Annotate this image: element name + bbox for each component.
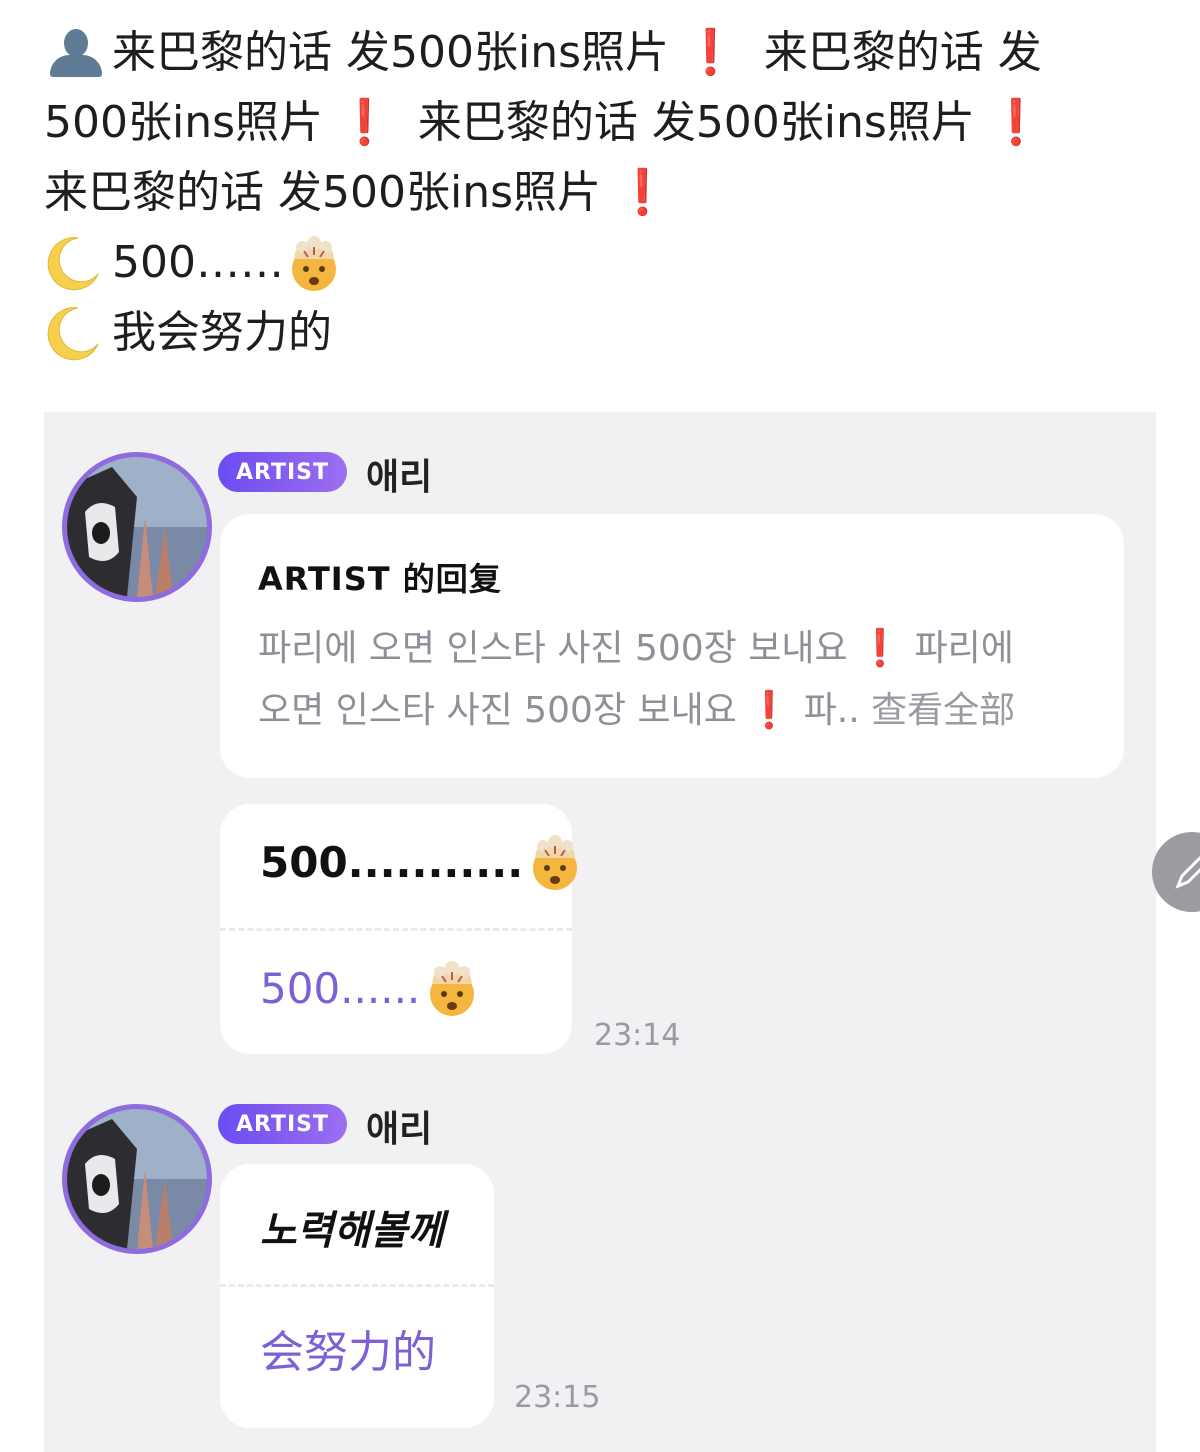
- exploding-head-emoji-icon: [422, 958, 482, 1018]
- chat-thread: ARTIST 애리 ARTIST 的回复 파리에 오면 인스타 사진 500장 …: [44, 412, 1156, 1452]
- exclamation-icon: ❗: [746, 690, 792, 731]
- crescent-moon-icon: [44, 304, 102, 362]
- avatar[interactable]: [62, 1104, 212, 1254]
- message-translation: 500......: [260, 948, 482, 1028]
- exploding-head-emoji-icon: [525, 832, 585, 892]
- caption-line-4: 500……: [44, 228, 1164, 298]
- timestamp: 23:14: [594, 1018, 681, 1053]
- caption-text: 来巴黎的话 发500张ins照片: [417, 97, 975, 148]
- exploding-head-emoji-icon: [284, 233, 344, 293]
- translation-divider: [220, 928, 572, 931]
- message-translation: 会努力的: [260, 1327, 436, 1378]
- caption-text: 来巴黎的话 发500张ins照片: [44, 167, 602, 218]
- person-icon: [44, 25, 108, 81]
- caption-text: 来巴黎的话 发: [763, 27, 1042, 78]
- view-all-link[interactable]: 查看全部: [871, 690, 1015, 731]
- artist-badge: ARTIST: [218, 452, 348, 492]
- caption-reply-1: 500……: [112, 237, 284, 288]
- message-text: 500...........: [260, 822, 585, 902]
- crescent-moon-icon: [44, 234, 102, 292]
- caption-text: 500张ins照片: [44, 97, 324, 148]
- message-bubble[interactable]: 500........... 500......: [220, 804, 572, 1054]
- exclamation-icon: ❗: [337, 97, 392, 148]
- translation-text: 500......: [260, 963, 421, 1013]
- reply-text: 파리에: [914, 628, 1014, 669]
- message-bubble[interactable]: 노력해볼께 会努力的: [220, 1164, 494, 1428]
- caption-line-1: 来巴黎的话 发500张ins照片 ❗ 来巴黎的话 发: [44, 18, 1164, 88]
- reply-quote-text: 파리에 오면 인스타 사진 500장 보내요 ❗ 파리에 오면 인스타 사진 500…: [258, 618, 1098, 742]
- reply-text: 파..: [803, 690, 860, 731]
- sender-name[interactable]: 애리: [366, 448, 432, 500]
- exclamation-icon: ❗: [615, 167, 670, 218]
- exclamation-icon: ❗: [857, 628, 903, 669]
- post-caption: 来巴黎的话 发500张ins照片 ❗ 来巴黎的话 发 500张ins照片 ❗ 来…: [44, 18, 1164, 368]
- reply-title: ARTIST 的回复: [258, 560, 502, 598]
- reply-quote-bubble[interactable]: ARTIST 的回复 파리에 오면 인스타 사진 500장 보내요 ❗ 파리에 오면…: [220, 514, 1124, 778]
- caption-line-3: 来巴黎的话 发500张ins照片 ❗: [44, 158, 1164, 228]
- reply-text: 오면 인스타 사진 500장 보내요: [258, 690, 737, 731]
- caption-line-5: 我会努力的: [44, 298, 1164, 368]
- message-text: 노력해볼께: [260, 1207, 444, 1254]
- caption-text: 来巴黎的话 发500张ins照片: [112, 27, 670, 78]
- reply-text: 파리에 오면 인스타 사진 500장 보내요: [258, 628, 848, 669]
- exclamation-icon: ❗: [683, 27, 738, 78]
- translation-divider: [220, 1284, 494, 1287]
- caption-reply-2: 我会努力的: [112, 307, 332, 358]
- pencil-icon: [1175, 855, 1200, 889]
- sender-name[interactable]: 애리: [366, 1100, 432, 1152]
- avatar[interactable]: [62, 452, 212, 602]
- message-original: 500...........: [260, 837, 524, 887]
- caption-line-2: 500张ins照片 ❗ 来巴黎的话 发500张ins照片 ❗: [44, 88, 1164, 158]
- edit-button[interactable]: [1152, 832, 1200, 912]
- artist-badge: ARTIST: [218, 1104, 348, 1144]
- exclamation-icon: ❗: [988, 97, 1044, 148]
- timestamp: 23:15: [514, 1380, 601, 1415]
